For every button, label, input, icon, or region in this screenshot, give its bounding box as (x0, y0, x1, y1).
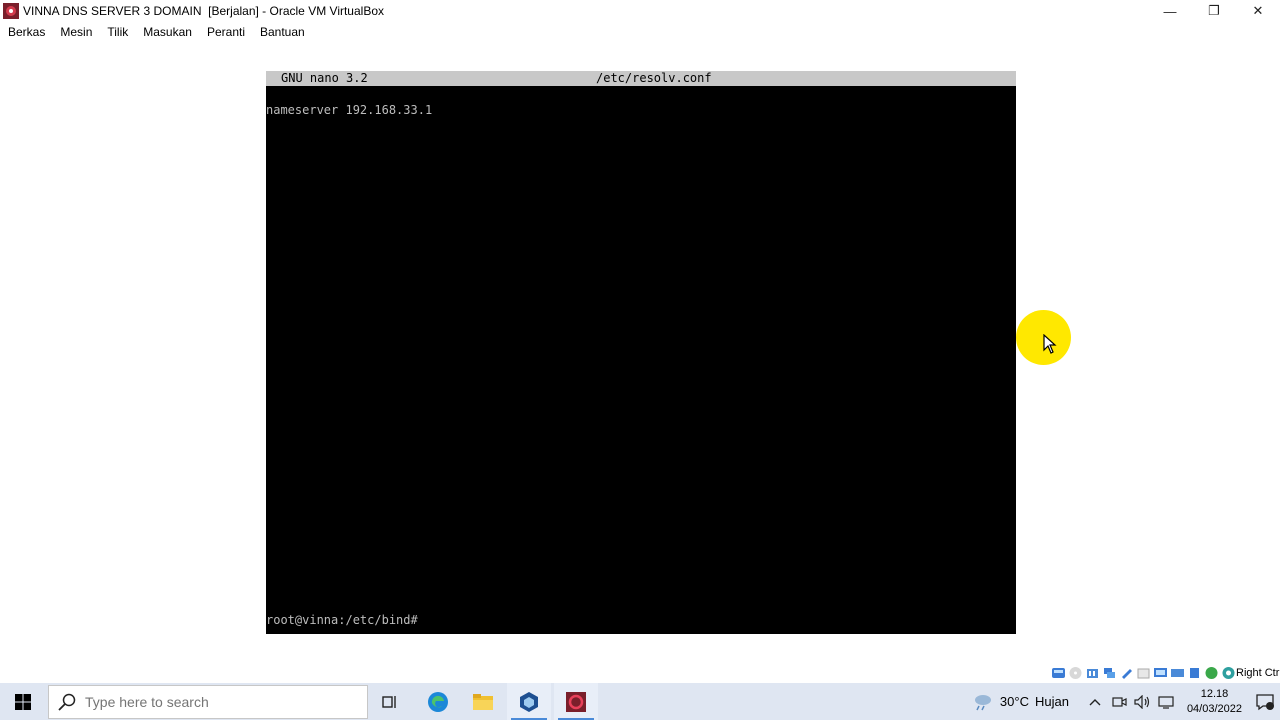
meet-now-icon[interactable] (1109, 692, 1129, 712)
menu-bantuan[interactable]: Bantuan (260, 25, 305, 39)
menu-masukan[interactable]: Masukan (143, 25, 192, 39)
optical-drive-icon[interactable] (1068, 666, 1083, 680)
cpu-icon[interactable] (1187, 666, 1202, 680)
menu-peranti[interactable]: Peranti (207, 25, 245, 39)
hard-disk-icon[interactable] (1051, 666, 1066, 680)
window-controls: — ❐ ✕ (1148, 0, 1280, 22)
recording-icon[interactable] (1170, 666, 1185, 680)
weather-widget[interactable]: 30°C Hujan (972, 692, 1075, 712)
nano-app-title: GNU nano 3.2 (281, 71, 368, 85)
vm-status-icons (1051, 666, 1236, 680)
taskbar-clock[interactable]: 12.18 04/03/2022 (1187, 687, 1242, 717)
vm-status-bar: Right Ctrl (0, 663, 1280, 683)
menu-berkas[interactable]: Berkas (8, 25, 45, 39)
debian-vm-icon (566, 691, 586, 712)
rain-cloud-icon (974, 694, 991, 710)
audio-icon[interactable] (1085, 666, 1100, 680)
task-view-icon (382, 695, 396, 708)
weather-condition: Hujan (1034, 694, 1069, 709)
notification-icon (1256, 693, 1274, 710)
mouse-cursor-icon (1043, 334, 1057, 354)
windows-taskbar: 30°C Hujan 12.18 04/03/2022 (0, 683, 1280, 720)
shell-prompt: root@vinna:/etc/bind# (266, 613, 418, 627)
shared-folder-icon[interactable] (1136, 666, 1151, 680)
taskbar-file-explorer[interactable] (461, 683, 505, 720)
menu-tilik[interactable]: Tilik (107, 25, 128, 39)
volume-icon[interactable] (1133, 692, 1153, 712)
search-input[interactable] (85, 694, 355, 710)
file-content-line: nameserver 192.168.33.1 (266, 103, 433, 117)
taskbar-vm-window[interactable] (554, 683, 598, 720)
virtualization-icon[interactable] (1204, 666, 1219, 680)
usb-icon[interactable] (1119, 666, 1134, 680)
restore-button[interactable]: ❐ (1192, 0, 1236, 22)
search-icon (58, 693, 76, 711)
clock-time: 12.18 (1200, 687, 1229, 700)
close-button[interactable]: ✕ (1236, 0, 1280, 22)
mouse-integration-icon[interactable] (1221, 666, 1236, 680)
show-hidden-icons-chevron-icon[interactable] (1085, 692, 1105, 712)
nano-header-bar: GNU nano 3.2 /etc/resolv.conf (266, 71, 1016, 86)
virtualbox-icon (520, 691, 538, 712)
folder-icon (473, 693, 493, 710)
system-tray: 30°C Hujan 12.18 04/03/2022 (972, 683, 1280, 720)
clock-date: 04/03/2022 (1186, 702, 1242, 715)
network-icon[interactable] (1102, 666, 1117, 680)
task-view-button[interactable] (368, 683, 412, 720)
display-icon[interactable] (1153, 666, 1168, 680)
weather-temperature: 30°C (999, 694, 1029, 709)
nano-file-name: /etc/resolv.conf (596, 71, 712, 85)
window-titlebar: VINNA DNS SERVER 3 DOMAIN [Berjalan] - O… (0, 0, 1280, 22)
virtualbox-vm-icon (3, 3, 19, 19)
vm-screen[interactable]: GNU nano 3.2 /etc/resolv.conf nameserver… (266, 71, 1016, 634)
minimize-button[interactable]: — (1148, 0, 1192, 22)
taskbar-search-box[interactable] (48, 685, 368, 719)
edge-browser-icon (428, 691, 448, 712)
notification-center-button[interactable] (1250, 683, 1280, 720)
taskbar-virtualbox-manager[interactable] (507, 683, 551, 720)
menu-bar: Berkas Mesin Tilik Masukan Peranti Bantu… (0, 22, 1280, 42)
window-title: VINNA DNS SERVER 3 DOMAIN [Berjalan] - O… (23, 4, 385, 18)
start-button[interactable] (0, 683, 46, 720)
windows-logo-icon (15, 693, 31, 710)
network-status-icon[interactable] (1157, 692, 1177, 712)
vm-display-area: GNU nano 3.2 /etc/resolv.conf nameserver… (0, 42, 1280, 663)
taskbar-edge-app[interactable] (416, 683, 460, 720)
menu-mesin[interactable]: Mesin (60, 25, 92, 39)
host-key-label: Right Ctrl (1236, 667, 1280, 679)
